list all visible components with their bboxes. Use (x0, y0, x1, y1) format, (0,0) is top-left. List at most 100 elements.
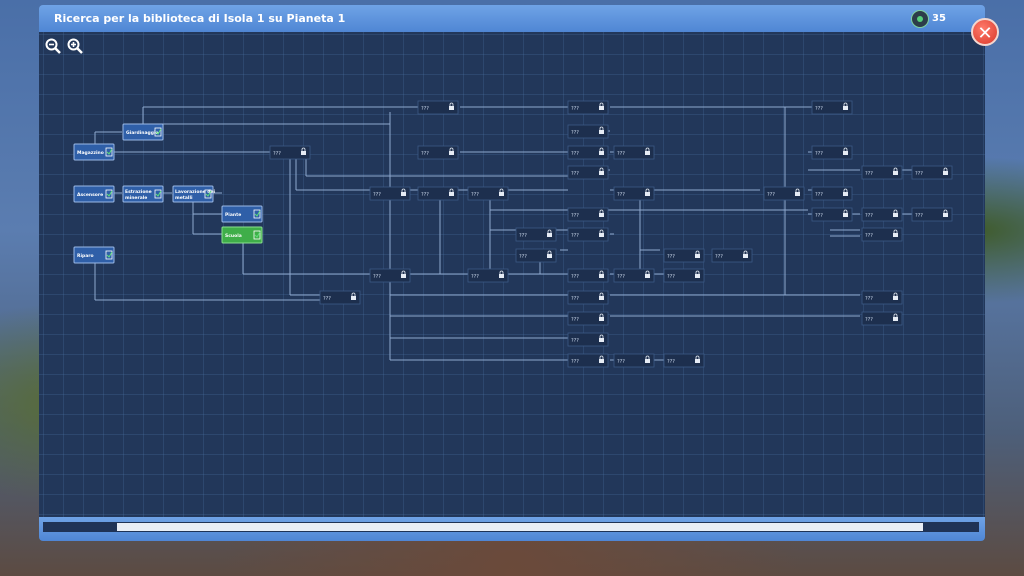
node-label: ??? (865, 317, 873, 323)
locked-research-node[interactable]: ??? (911, 165, 953, 180)
node-label: Magazzino (77, 150, 104, 156)
node-label: Piante (225, 212, 241, 218)
locked-research-node[interactable]: ??? (467, 268, 509, 283)
research-tree: Giardinaggio Magazzino Ascensore Estrazione… (73, 100, 953, 368)
research-node-ascensore[interactable]: Ascensore (73, 185, 115, 203)
node-label: ??? (373, 192, 381, 198)
node-label: ??? (373, 274, 381, 280)
node-label: ??? (571, 213, 579, 219)
research-node-estrazione[interactable]: Estrazioneminerale (122, 185, 164, 203)
node-label: ??? (571, 151, 579, 157)
node-label: ??? (571, 338, 579, 344)
node-label: ??? (617, 359, 625, 365)
locked-research-node[interactable]: ??? (417, 186, 459, 201)
locked-research-node[interactable]: ??? (567, 207, 609, 222)
locked-research-node[interactable]: ??? (567, 124, 609, 139)
locked-research-node[interactable]: ??? (319, 290, 361, 305)
locked-research-node[interactable]: ??? (515, 227, 557, 242)
locked-research-node[interactable]: ??? (663, 248, 705, 263)
title-bar: Ricerca per la biblioteca di Isola 1 su … (39, 5, 985, 32)
locked-research-node[interactable]: ??? (861, 227, 903, 242)
node-label: ??? (815, 213, 823, 219)
locked-research-node[interactable]: ??? (763, 186, 805, 201)
locked-research-node[interactable]: ??? (663, 353, 705, 368)
locked-research-node[interactable]: ??? (567, 290, 609, 305)
locked-research-node[interactable]: ??? (861, 165, 903, 180)
locked-research-node[interactable]: ??? (911, 207, 953, 222)
node-label: ??? (865, 296, 873, 302)
node-label: ??? (421, 192, 429, 198)
research-tree-panel[interactable]: Giardinaggio Magazzino Ascensore Estrazione… (39, 32, 985, 518)
node-label: ??? (667, 274, 675, 280)
locked-research-node[interactable]: ??? (567, 332, 609, 347)
node-label: ??? (519, 233, 527, 239)
locked-research-node[interactable]: ??? (613, 268, 655, 283)
locked-research-node[interactable]: ??? (515, 248, 557, 263)
locked-research-node[interactable]: ??? (861, 207, 903, 222)
node-label: ??? (667, 359, 675, 365)
locked-research-node[interactable]: ??? (613, 186, 655, 201)
node-label: Scuola (225, 233, 242, 239)
node-label: ??? (421, 106, 429, 112)
locked-research-node[interactable]: ??? (467, 186, 509, 201)
node-label: Ascensore (77, 192, 103, 198)
research-node-giardinaggio[interactable]: Giardinaggio (122, 123, 164, 141)
locked-research-node[interactable]: ??? (811, 145, 853, 160)
locked-research-node[interactable]: ??? (567, 268, 609, 283)
node-label: metalli (175, 195, 193, 201)
locked-research-node[interactable]: ??? (663, 268, 705, 283)
research-node-piante[interactable]: Piante (221, 205, 263, 223)
node-label: ??? (421, 151, 429, 157)
node-label: ??? (667, 254, 675, 260)
node-label: ??? (323, 296, 331, 302)
research-window: Ricerca per la biblioteca di Isola 1 su … (39, 5, 985, 541)
locked-research-node[interactable]: ??? (811, 100, 853, 115)
locked-research-node[interactable]: ??? (417, 100, 459, 115)
window-title: Ricerca per la biblioteca di Isola 1 su … (54, 12, 346, 25)
node-label: ??? (571, 233, 579, 239)
node-label: ??? (571, 274, 579, 280)
node-label: ??? (815, 192, 823, 198)
locked-research-node[interactable]: ??? (369, 186, 411, 201)
locked-research-node[interactable]: ??? (711, 248, 753, 263)
node-label: ??? (715, 254, 723, 260)
node-label: ??? (865, 171, 873, 177)
locked-research-node[interactable]: ??? (567, 145, 609, 160)
locked-research-node[interactable]: ??? (269, 145, 311, 160)
progress-track (43, 522, 979, 532)
locked-research-node[interactable]: ??? (369, 268, 411, 283)
close-button[interactable]: ✕ (971, 18, 999, 46)
node-label: ??? (815, 106, 823, 112)
locked-research-node[interactable]: ??? (417, 145, 459, 160)
node-label: Riparo (77, 253, 94, 259)
node-label: ??? (571, 296, 579, 302)
research-node-riparo[interactable]: Riparo (73, 246, 115, 264)
locked-research-node[interactable]: ??? (567, 227, 609, 242)
node-label: ??? (571, 171, 579, 177)
locked-research-node[interactable]: ??? (811, 207, 853, 222)
node-label: ??? (571, 130, 579, 136)
node-label: ??? (915, 171, 923, 177)
node-label: ??? (767, 192, 775, 198)
research-points-count: 35 (932, 13, 946, 24)
locked-research-node[interactable]: ??? (613, 145, 655, 160)
locked-research-node[interactable]: ??? (613, 353, 655, 368)
locked-research-node[interactable]: ??? (567, 100, 609, 115)
research-node-magazzino[interactable]: Magazzino (73, 143, 115, 161)
locked-research-node[interactable]: ??? (567, 311, 609, 326)
research-node-scuola[interactable]: Scuola (221, 226, 263, 244)
locked-research-node[interactable]: ??? (861, 290, 903, 305)
research-node-lavorazione[interactable]: Lavorazione deimetalli (172, 185, 216, 203)
node-label: ??? (273, 151, 281, 157)
locked-research-node[interactable]: ??? (861, 311, 903, 326)
research-points-icon (911, 10, 929, 28)
progress-fill (117, 523, 923, 531)
node-label: minerale (125, 195, 147, 201)
locked-research-node[interactable]: ??? (811, 186, 853, 201)
locked-research-node[interactable]: ??? (567, 165, 609, 180)
bottom-bar (39, 517, 985, 541)
node-label: ??? (571, 106, 579, 112)
node-label: ??? (617, 274, 625, 280)
node-label: ??? (519, 254, 527, 260)
locked-research-node[interactable]: ??? (567, 353, 609, 368)
